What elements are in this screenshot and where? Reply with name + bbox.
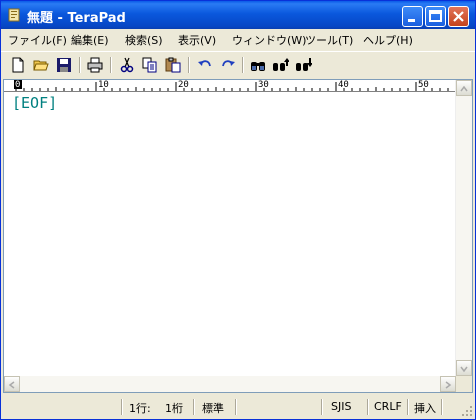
menu-bar: ファイル(F) 編集(E) 検索(S) 表示(V) ウィンドウ(W) ツール(T… — [1, 29, 475, 49]
vertical-scrollbar[interactable] — [455, 80, 472, 376]
status-column: 1桁 — [165, 402, 183, 415]
scroll-down-button[interactable] — [456, 360, 472, 376]
ruler-label: 20 — [178, 80, 189, 90]
ruler-ticks — [14, 80, 457, 91]
print-icon — [87, 57, 103, 73]
open-button[interactable] — [31, 55, 51, 75]
arrow-down-icon — [460, 366, 468, 373]
ruler-label: 0 — [15, 80, 21, 90]
find-prev-button[interactable] — [271, 55, 291, 75]
status-line: 1行: — [129, 402, 151, 415]
ruler-label: 40 — [338, 80, 349, 90]
scroll-corner — [456, 376, 472, 392]
toolbar-separator — [79, 57, 81, 73]
toolbar — [1, 51, 475, 78]
text-editor[interactable]: [EOF] — [4, 92, 458, 378]
editor-frame: 0 10 20 30 40 50 [EOF] — [3, 79, 473, 393]
arrow-up-icon — [460, 85, 468, 92]
cut-icon — [120, 57, 134, 73]
save-icon — [57, 58, 71, 72]
find-next-icon — [296, 58, 312, 71]
copy-icon — [142, 57, 157, 73]
maximize-icon — [429, 10, 442, 22]
toolbar-separator — [188, 57, 190, 73]
menu-view[interactable]: 表示(V) — [178, 32, 216, 48]
app-icon — [8, 8, 20, 22]
redo-icon — [222, 60, 235, 67]
cut-button[interactable] — [117, 55, 137, 75]
title-bar[interactable]: 無題 - TeraPad — [1, 1, 475, 29]
close-icon — [453, 11, 464, 22]
ruler-label: 10 — [98, 80, 109, 90]
minimize-button[interactable] — [402, 6, 423, 27]
status-insert-mode: 挿入 — [414, 402, 436, 415]
undo-icon — [198, 60, 211, 67]
menu-edit[interactable]: 編集(E) — [71, 32, 109, 48]
open-folder-icon — [33, 60, 49, 71]
menu-help[interactable]: ヘルプ(H) — [363, 32, 413, 48]
maximize-button[interactable] — [425, 6, 446, 27]
new-file-button[interactable] — [8, 55, 28, 75]
arrow-right-icon — [445, 381, 452, 389]
toolbar-separator — [110, 57, 112, 73]
ruler-label: 30 — [258, 80, 269, 90]
scroll-right-button[interactable] — [440, 376, 456, 392]
status-encoding: SJIS — [331, 400, 352, 413]
window-title: 無題 - TeraPad — [27, 11, 126, 26]
toolbar-separator — [242, 57, 244, 73]
find-icon — [251, 62, 265, 71]
menu-search[interactable]: 検索(S) — [125, 32, 163, 48]
paste-button[interactable] — [163, 55, 183, 75]
eof-marker: [EOF] — [12, 94, 58, 112]
status-mode: 標準 — [202, 402, 224, 415]
status-separator — [441, 399, 443, 415]
ruler-label: 50 — [418, 80, 429, 90]
column-ruler: 0 10 20 30 40 50 — [4, 80, 460, 92]
status-bar: 1行: 1桁 標準 SJIS CRLF 挿入 — [1, 397, 475, 419]
paste-icon — [165, 57, 181, 73]
status-separator — [121, 399, 123, 415]
status-separator — [367, 399, 369, 415]
status-separator — [193, 399, 195, 415]
scroll-up-button[interactable] — [456, 80, 472, 96]
status-separator — [321, 399, 323, 415]
status-line-ending: CRLF — [374, 400, 402, 413]
new-file-icon — [12, 57, 24, 73]
find-prev-icon — [273, 58, 289, 71]
resize-grip-icon[interactable] — [461, 405, 473, 417]
save-button[interactable] — [54, 55, 74, 75]
arrow-left-icon — [8, 381, 15, 389]
status-separator — [235, 399, 237, 415]
horizontal-scrollbar[interactable] — [4, 376, 456, 392]
undo-button[interactable] — [195, 55, 215, 75]
find-button[interactable] — [248, 55, 268, 75]
menu-tools[interactable]: ツール(T) — [305, 32, 353, 48]
terapad-window: 無題 - TeraPad ファイル(F) 編集(E) 検索(S) 表示(V) ウ… — [0, 0, 476, 420]
menu-file[interactable]: ファイル(F) — [8, 32, 67, 48]
copy-button[interactable] — [140, 55, 160, 75]
redo-button[interactable] — [218, 55, 238, 75]
scroll-left-button[interactable] — [4, 376, 20, 392]
close-button[interactable] — [448, 6, 469, 27]
menu-window[interactable]: ウィンドウ(W) — [232, 32, 306, 48]
status-separator — [407, 399, 409, 415]
minimize-icon — [408, 19, 415, 22]
print-button[interactable] — [85, 55, 105, 75]
find-next-button[interactable] — [294, 55, 314, 75]
